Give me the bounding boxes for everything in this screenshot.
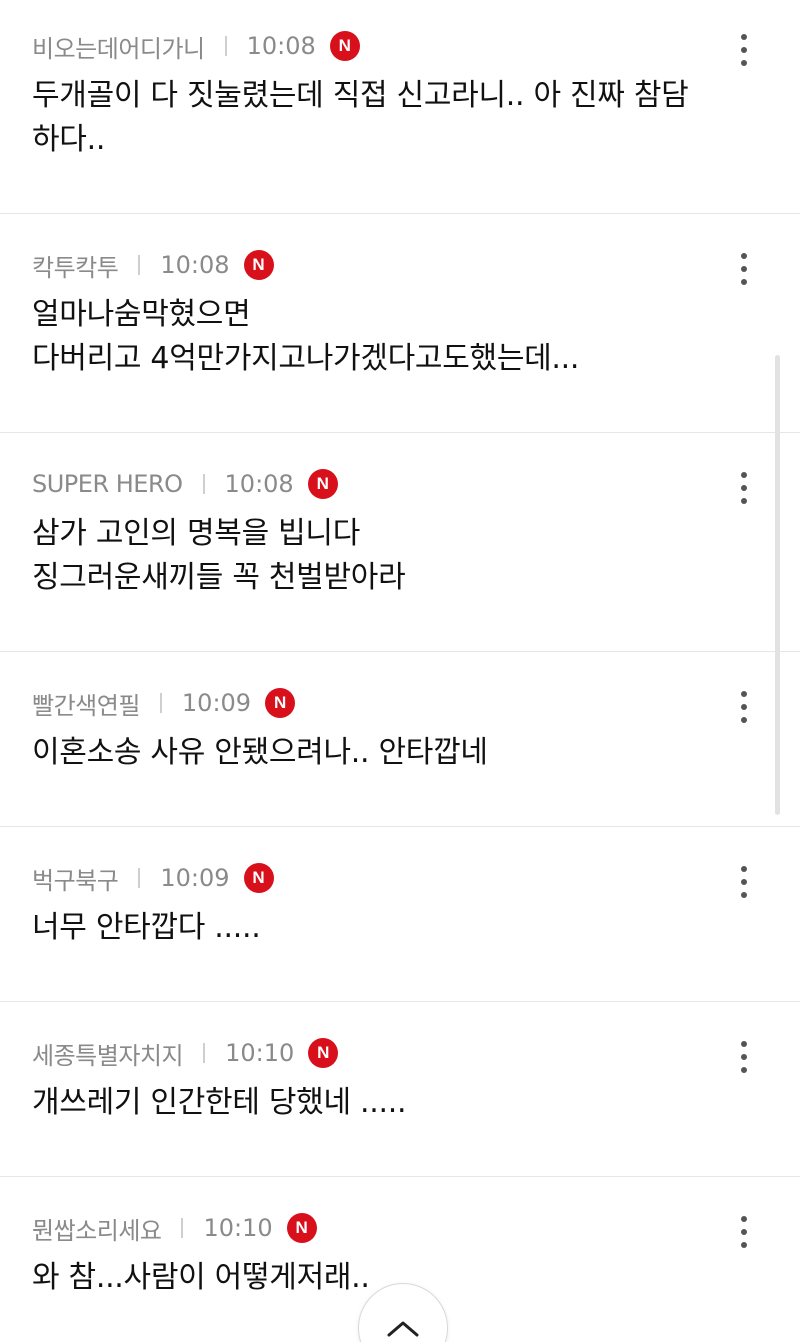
comment-item: 칵투칵투 10:08 N 얼마나숨막혔으면 다버리고 4억만가지고나가겠다고도했…: [0, 219, 800, 433]
comment-author[interactable]: 뭔쌉소리세요: [32, 1211, 162, 1246]
comment-text-line: 개쓰레기 인간한테 당했네 .....: [32, 1085, 407, 1120]
comment-meta: 빨간색연필 10:09 N: [32, 685, 296, 721]
comment-author[interactable]: 칵투칵투: [32, 248, 119, 283]
new-badge-icon: N: [265, 688, 296, 718]
comment-time: 10:10: [225, 1039, 295, 1067]
comment-item: SUPER HERO 10:08 N 삼가 고인의 명복을 빕니다 징그러운새끼…: [0, 438, 800, 652]
comment-text-line: 얼마나숨막혔으면: [32, 297, 251, 332]
comment-text: 너무 안타깝다 .....: [32, 906, 762, 950]
scrollbar[interactable]: [775, 355, 780, 815]
comment-item: 비오는데어디가니 10:08 N 두개골이 다 짓눌렸는데 직접 신고라니.. …: [0, 0, 800, 214]
comment-author[interactable]: SUPER HERO: [32, 470, 183, 498]
comment-time: 10:08: [224, 470, 294, 498]
comment-item: 빨간색연필 10:09 N 이혼소송 사유 안됐으려나.. 안타깝네: [0, 657, 800, 827]
more-options-icon[interactable]: [730, 249, 758, 289]
comment-meta: SUPER HERO 10:08 N: [32, 466, 338, 502]
comment-item: 벅구북구 10:09 N 너무 안타깝다 .....: [0, 832, 800, 1002]
comment-meta: 세종특별자치지 10:10 N: [32, 1035, 339, 1071]
new-badge-icon: N: [286, 1213, 317, 1243]
new-badge-icon: N: [243, 863, 274, 893]
more-options-icon[interactable]: [730, 687, 758, 727]
comment-text-line: 하다..: [32, 122, 106, 157]
more-options-icon[interactable]: [730, 30, 758, 70]
comment-text-line: 징그러운새끼들 꼭 천벌받아라: [32, 560, 406, 595]
comment-meta: 비오는데어디가니 10:08 N: [32, 28, 360, 64]
meta-divider: [181, 1218, 184, 1238]
new-badge-icon: N: [307, 469, 338, 499]
comment-item: 세종특별자치지 10:10 N 개쓰레기 인간한테 당했네 .....: [0, 1007, 800, 1177]
comment-author[interactable]: 벅구북구: [32, 861, 119, 896]
comment-list-screen: 비오는데어디가니 10:08 N 두개골이 다 짓눌렸는데 직접 신고라니.. …: [0, 0, 800, 1342]
more-options-icon[interactable]: [730, 468, 758, 508]
comment-author[interactable]: 빨간색연필: [32, 686, 140, 721]
new-badge-icon: N: [243, 250, 274, 280]
meta-divider: [138, 868, 141, 888]
new-badge-icon: N: [329, 31, 360, 61]
chevron-up-icon: [387, 1321, 419, 1337]
comment-text-line: 너무 안타깝다 .....: [32, 910, 261, 945]
meta-divider: [203, 1043, 206, 1063]
comment-text-line: 이혼소송 사유 안됐으려나.. 안타깝네: [32, 735, 488, 770]
comment-text: 이혼소송 사유 안됐으려나.. 안타깝네: [32, 731, 762, 775]
more-options-icon[interactable]: [730, 862, 758, 902]
meta-divider: [202, 474, 205, 494]
comment-author[interactable]: 비오는데어디가니: [32, 29, 205, 64]
comment-time: 10:09: [181, 689, 252, 717]
comment-text-line: 다버리고 4억만가지고나가겠다고도했는데...: [32, 341, 580, 376]
meta-divider: [138, 255, 141, 275]
more-options-icon[interactable]: [730, 1037, 758, 1077]
comment-text: 얼마나숨막혔으면 다버리고 4억만가지고나가겠다고도했는데...: [32, 293, 762, 381]
comment-text: 삼가 고인의 명복을 빕니다 징그러운새끼들 꼭 천벌받아라: [32, 512, 762, 600]
comment-meta: 벅구북구 10:09 N: [32, 860, 274, 896]
comment-text-line: 두개골이 다 짓눌렸는데 직접 신고라니.. 아 진짜 참담: [32, 78, 689, 113]
comment-author[interactable]: 세종특별자치지: [32, 1036, 184, 1071]
comment-time: 10:10: [203, 1214, 273, 1242]
comment-meta: 칵투칵투 10:08 N: [32, 247, 274, 283]
meta-divider: [159, 693, 162, 713]
more-options-icon[interactable]: [730, 1212, 758, 1252]
new-badge-icon: N: [308, 1038, 339, 1068]
comment-text: 두개골이 다 짓눌렸는데 직접 신고라니.. 아 진짜 참담 하다..: [32, 74, 762, 162]
comment-time: 10:08: [246, 32, 316, 60]
comment-text: 개쓰레기 인간한테 당했네 .....: [32, 1081, 762, 1125]
comment-meta: 뭔쌉소리세요 10:10 N: [32, 1210, 317, 1246]
comment-text-line: 삼가 고인의 명복을 빕니다: [32, 516, 361, 551]
comment-time: 10:09: [160, 864, 230, 892]
comment-time: 10:08: [160, 251, 230, 279]
meta-divider: [224, 36, 227, 56]
